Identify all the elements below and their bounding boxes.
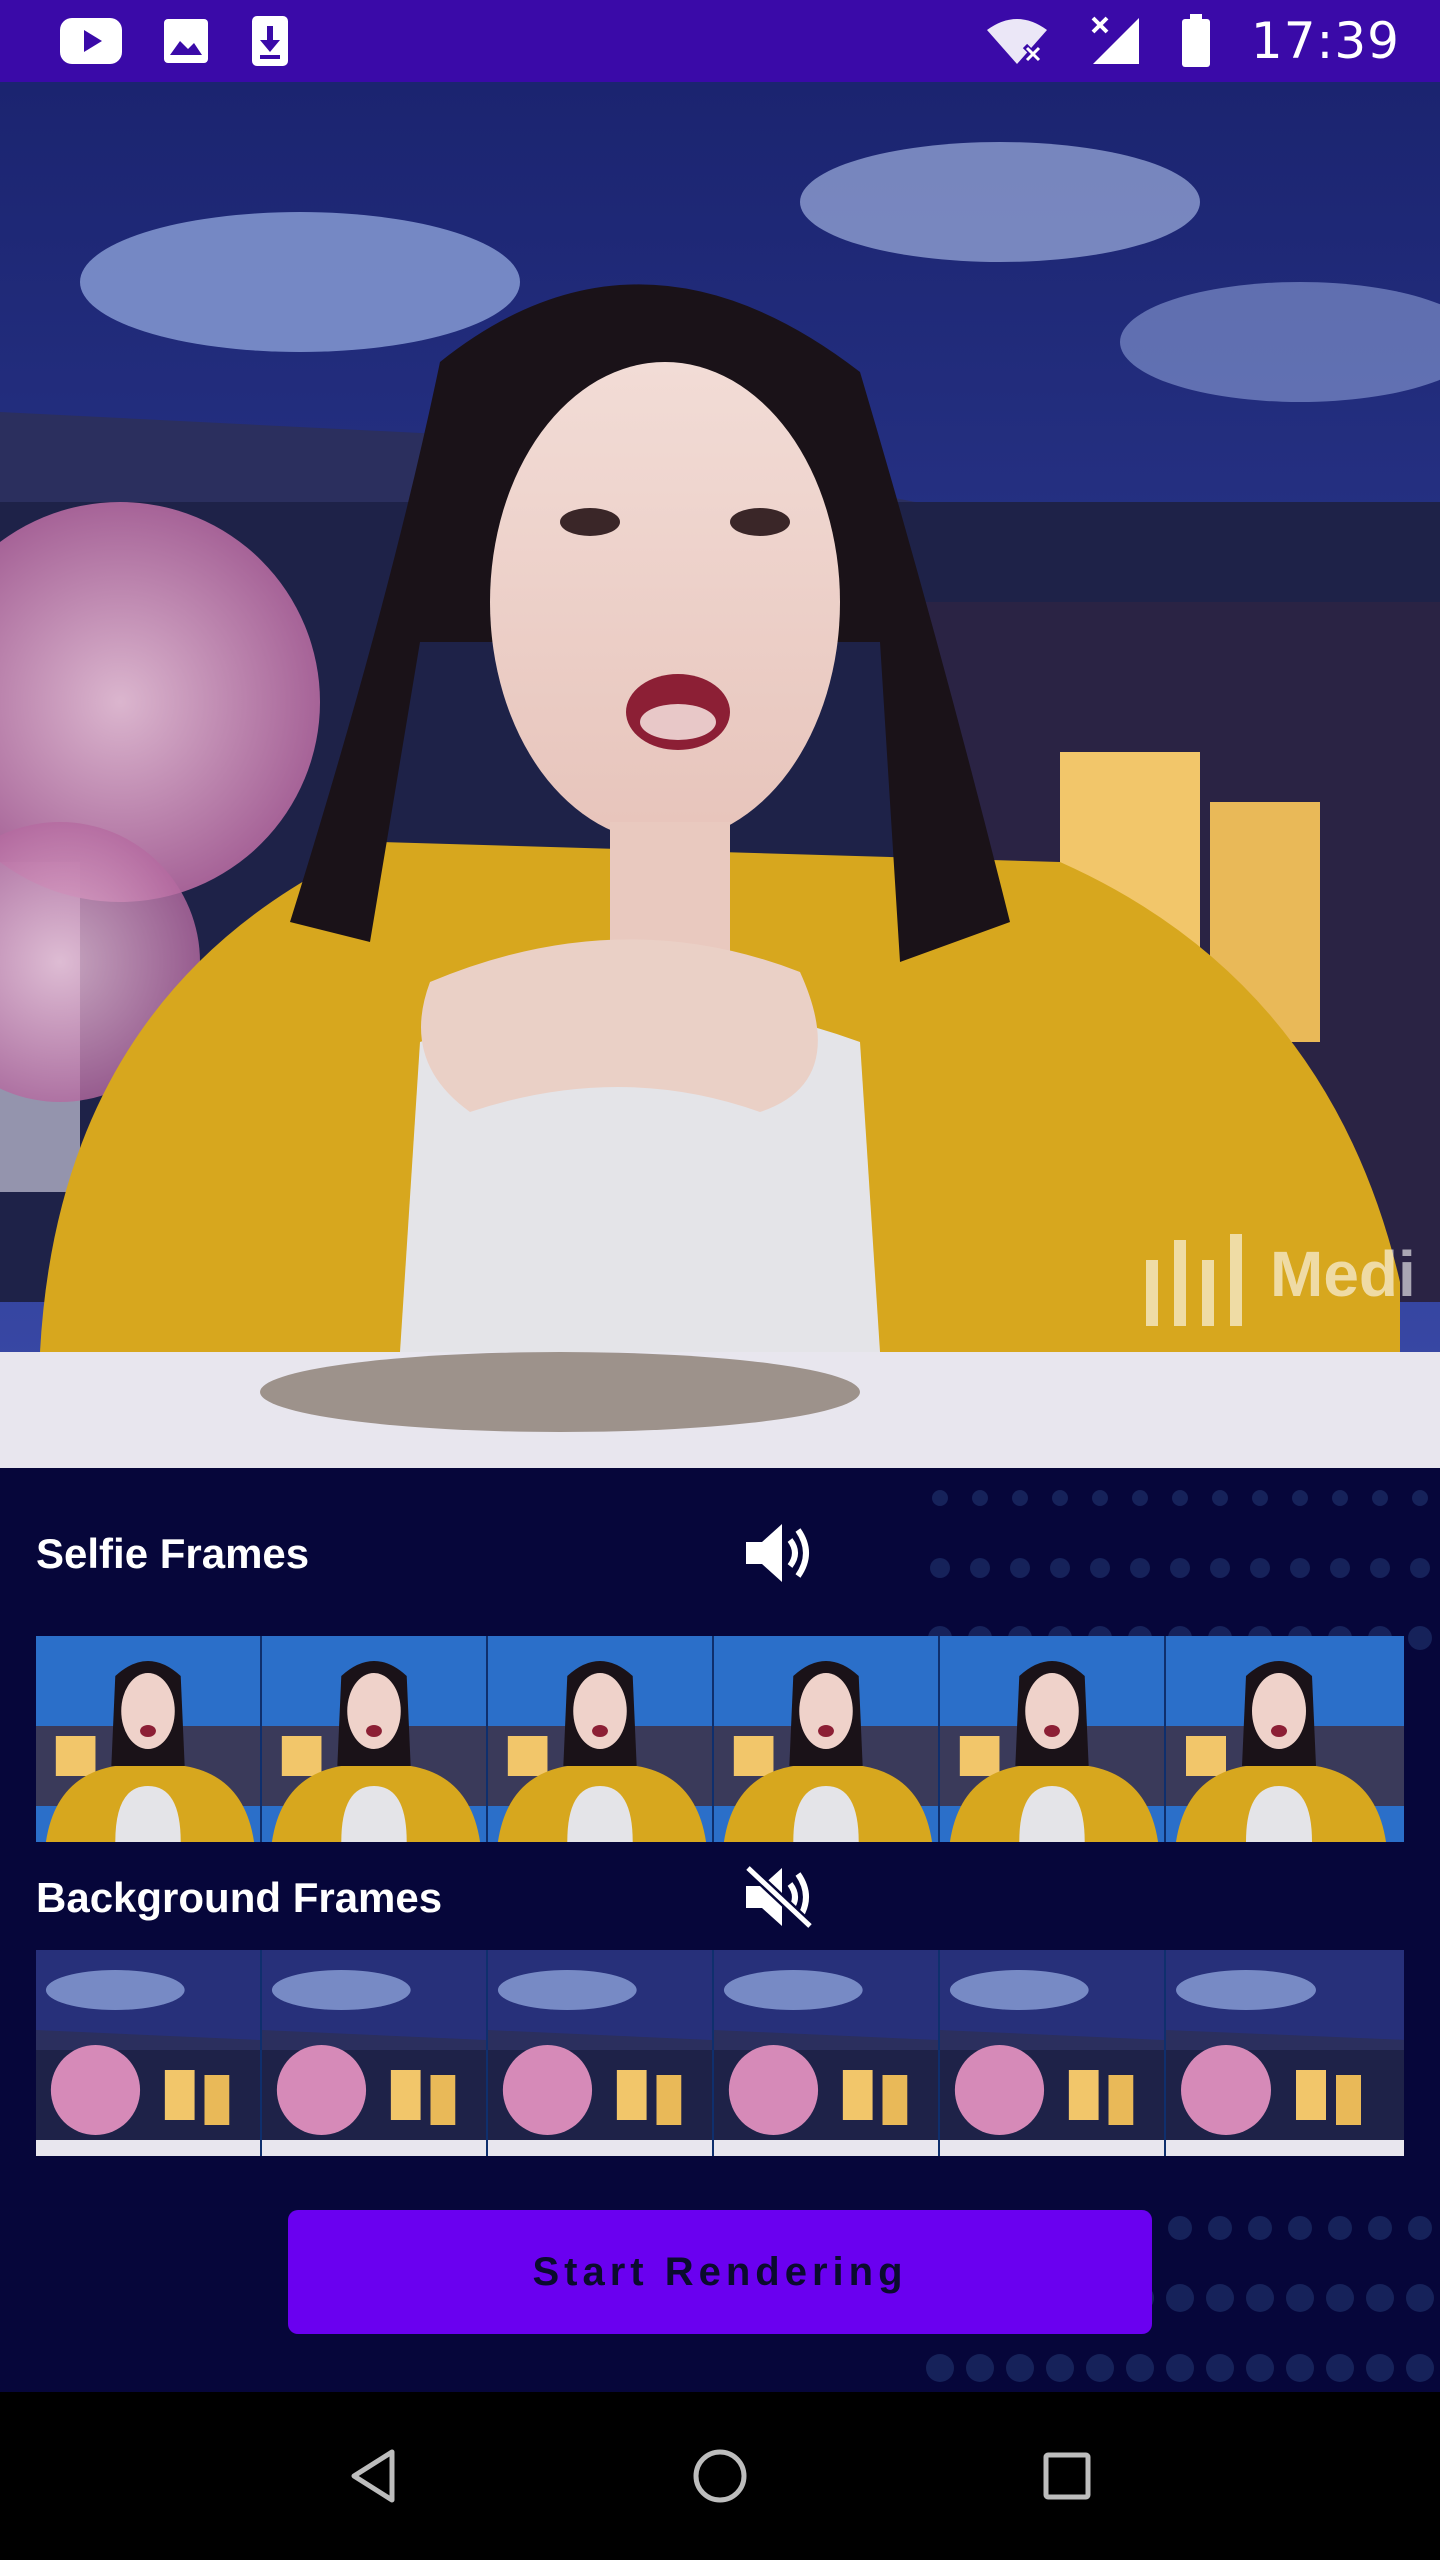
watermark-logo-icon [1146, 1234, 1242, 1326]
start-rendering-button[interactable]: Start Rendering [288, 2210, 1152, 2334]
selfie-frames-strip[interactable] [36, 1636, 1404, 1842]
status-bar: 17:39 [0, 0, 1440, 82]
background-frames-title: Background Frames [36, 1874, 443, 1921]
volume-muted-icon [744, 1864, 814, 1930]
selfie-sound-button[interactable] [734, 1508, 824, 1598]
volume-on-icon [746, 1524, 809, 1582]
recents-button[interactable] [1007, 2416, 1127, 2536]
selfie-frame-thumbnail[interactable] [488, 1636, 714, 1842]
selfie-frame-thumbnail[interactable] [940, 1636, 1166, 1842]
selfie-frame-thumbnail[interactable] [262, 1636, 488, 1842]
selfie-frame-thumbnail[interactable] [714, 1636, 940, 1842]
home-button[interactable] [660, 2416, 780, 2536]
back-icon [351, 2449, 395, 2503]
download-icon [250, 14, 290, 68]
background-frame-thumbnail[interactable] [488, 1950, 714, 2156]
home-icon [693, 2449, 747, 2503]
wifi-off-icon [985, 16, 1049, 66]
editor-panel: Selfie Frames Background Frames Start Re… [0, 1468, 1440, 2392]
background-frame-thumbnail[interactable] [714, 1950, 940, 2156]
background-sound-button[interactable] [734, 1852, 824, 1942]
selfie-frame-thumbnail[interactable] [36, 1636, 262, 1842]
youtube-icon [60, 18, 122, 64]
clock: 17:39 [1250, 12, 1400, 70]
preview-watermark: Medi [1270, 1238, 1416, 1310]
background-frame-thumbnail[interactable] [262, 1950, 488, 2156]
background-frame-thumbnail[interactable] [940, 1950, 1166, 2156]
navigation-bar [0, 2392, 1440, 2560]
background-frames-strip[interactable] [36, 1950, 1404, 2156]
recents-icon [1043, 2452, 1091, 2500]
battery-icon [1181, 14, 1211, 68]
video-preview[interactable]: Medi [0, 82, 1440, 1468]
selfie-frame-thumbnail[interactable] [1166, 1636, 1404, 1842]
signal-icon [1089, 16, 1141, 66]
selfie-frames-title: Selfie Frames [36, 1530, 310, 1577]
background-frame-thumbnail[interactable] [1166, 1950, 1404, 2156]
gallery-icon [162, 17, 210, 65]
background-frame-thumbnail[interactable] [36, 1950, 262, 2156]
back-button[interactable] [313, 2416, 433, 2536]
